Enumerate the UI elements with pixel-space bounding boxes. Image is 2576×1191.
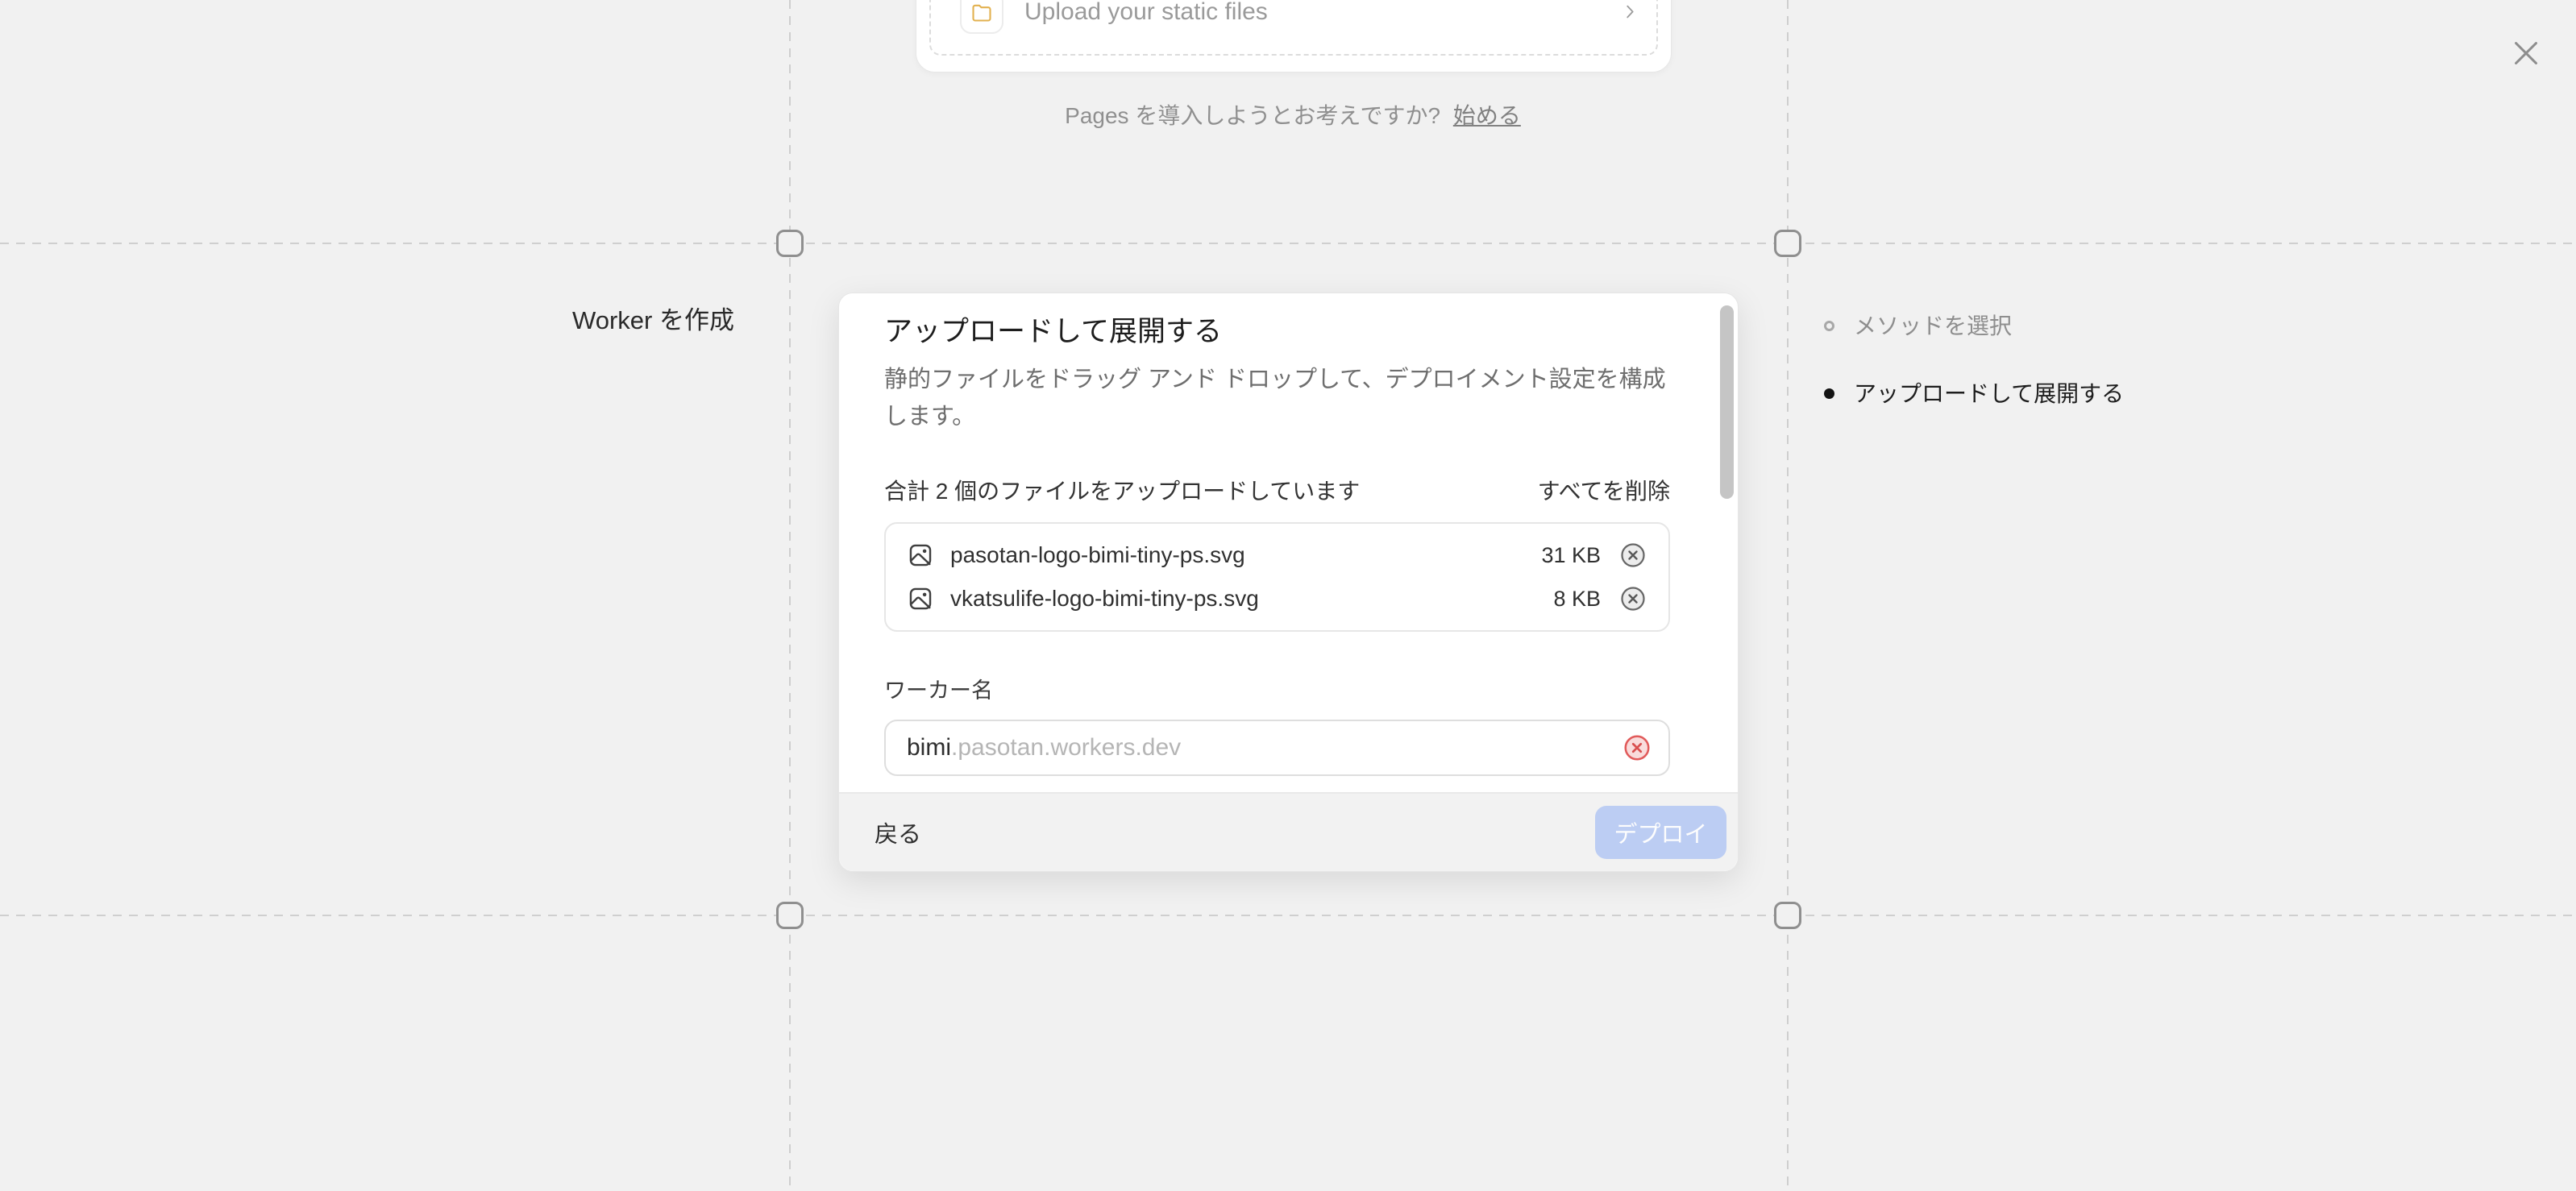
folder-icon: [960, 0, 1003, 34]
worker-name-input[interactable]: bimi .pasotan.workers.dev: [884, 720, 1670, 776]
pages-prompt-text: Pages を導入しようとお考えですか?: [1065, 103, 1440, 128]
step-label: アップロードして展開する: [1854, 380, 2124, 407]
page-title: Worker を作成: [572, 300, 734, 336]
crop-handle-bottom-left[interactable]: [776, 902, 804, 929]
get-started-link[interactable]: 始める: [1453, 103, 1521, 128]
crop-guide-horizontal-bottom: [0, 915, 2576, 916]
chevron-right-icon: [1621, 3, 1639, 21]
remove-circle-icon: [1618, 541, 1647, 570]
modal-description: 静的ファイルをドラッグ アンド ドロップして、デプロイメント設定を構成します。: [884, 361, 1670, 435]
file-row: vkatsulife-logo-bimi-tiny-ps.svg 8 KB: [886, 577, 1668, 620]
crop-guide-vertical-left: [789, 0, 791, 1191]
pages-prompt: Pages を導入しようとお考えですか? 始める: [916, 98, 1670, 131]
crop-handle-top-right[interactable]: [1774, 230, 1801, 257]
file-name: vkatsulife-logo-bimi-tiny-ps.svg: [950, 586, 1259, 612]
stepper-item-select-method: メソッドを選択: [1824, 313, 2012, 339]
page: Upload your static files Pages を導入しようとお考…: [0, 0, 2576, 1191]
file-row: pasotan-logo-bimi-tiny-ps.svg 31 KB: [886, 533, 1668, 577]
close-button[interactable]: [2505, 32, 2547, 74]
remove-circle-icon: [1618, 584, 1647, 613]
modal-footer: 戻る デプロイ: [839, 792, 1738, 871]
error-icon: [1622, 732, 1652, 763]
deploy-modal: アップロードして展開する 静的ファイルをドラッグ アンド ドロップして、デプロイ…: [838, 293, 1739, 872]
step-inactive-icon: [1824, 321, 1834, 331]
file-size: 8 KB: [1553, 587, 1601, 612]
files-summary: 合計 2 個のファイルをアップロードしています: [884, 474, 1360, 506]
static-files-drop-zone[interactable]: Upload your static files: [929, 0, 1658, 56]
upload-static-files-card: Upload your static files: [916, 0, 1672, 73]
worker-name-value: bimi: [907, 734, 951, 761]
file-list: pasotan-logo-bimi-tiny-ps.svg 31 KB: [884, 522, 1670, 632]
step-active-icon: [1824, 388, 1834, 399]
upload-option-row[interactable]: Upload your static files: [960, 0, 1639, 35]
close-icon: [2512, 39, 2540, 67]
deploy-button[interactable]: デプロイ: [1595, 806, 1726, 859]
step-label: メソッドを選択: [1854, 313, 2012, 339]
remove-file-button[interactable]: [1618, 584, 1647, 613]
file-name: pasotan-logo-bimi-tiny-ps.svg: [950, 542, 1245, 568]
file-size: 31 KB: [1541, 543, 1601, 568]
remove-file-button[interactable]: [1618, 541, 1647, 570]
worker-name-suffix: .pasotan.workers.dev: [951, 734, 1181, 761]
files-header: 合計 2 個のファイルをアップロードしています すべてを削除: [884, 474, 1670, 506]
upload-option-label: Upload your static files: [1024, 0, 1268, 26]
stepper-item-upload-deploy: アップロードして展開する: [1824, 380, 2124, 407]
worker-name-label: ワーカー名: [884, 677, 1670, 705]
modal-body: アップロードして展開する 静的ファイルをドラッグ アンド ドロップして、デプロイ…: [839, 293, 1738, 792]
modal-title: アップロードして展開する: [884, 314, 1670, 350]
image-file-icon: [907, 585, 934, 612]
crop-guide-vertical-right: [1787, 0, 1789, 1191]
crop-guide-horizontal-top: [0, 243, 2576, 244]
crop-handle-top-left[interactable]: [776, 230, 804, 257]
back-button[interactable]: 戻る: [875, 815, 921, 849]
image-file-icon: [907, 542, 934, 569]
delete-all-button[interactable]: すべてを削除: [1538, 474, 1670, 506]
crop-handle-bottom-right[interactable]: [1774, 902, 1801, 929]
scrollbar-thumb[interactable]: [1720, 305, 1734, 499]
